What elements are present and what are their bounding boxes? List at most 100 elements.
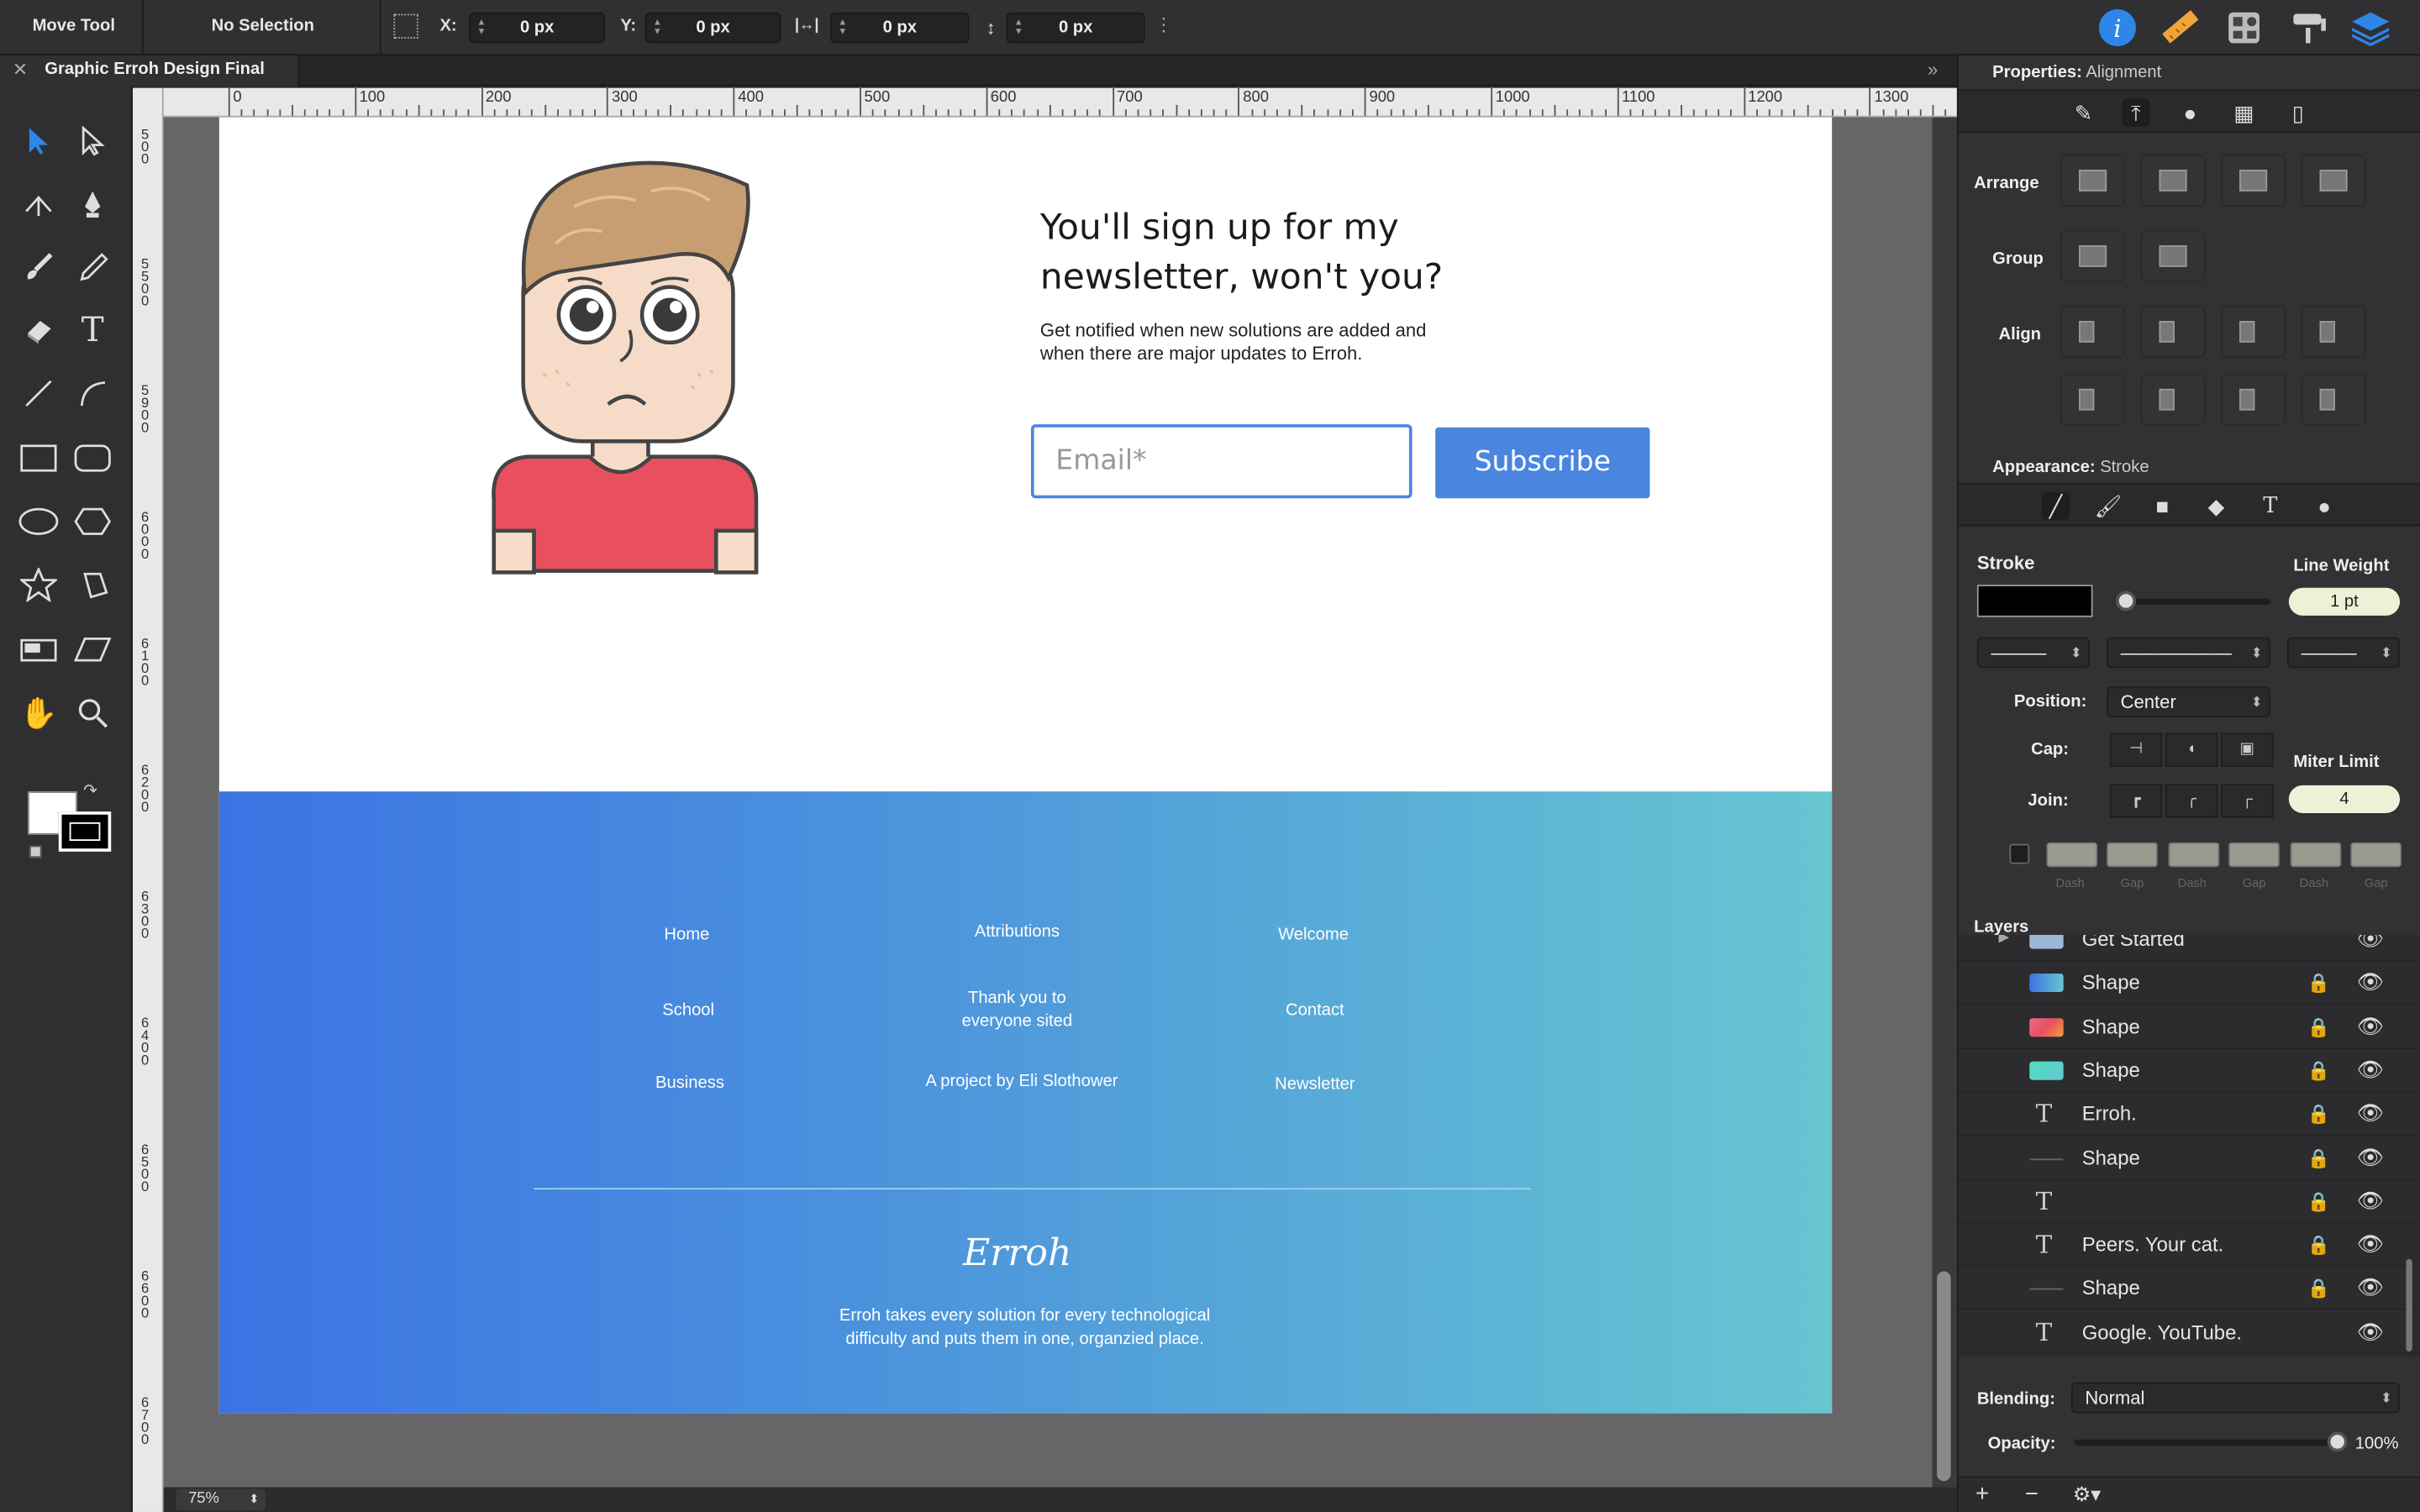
- send-backward-button[interactable]: [2221, 154, 2286, 207]
- eraser-icon[interactable]: ◆: [2202, 492, 2230, 520]
- avatar-illustration[interactable]: [481, 157, 762, 577]
- cap-round-button[interactable]: ◖: [2165, 732, 2218, 767]
- width-field[interactable]: ▲ ▼ 0 px: [830, 12, 970, 44]
- align-left-button[interactable]: [2060, 305, 2126, 359]
- polygon-tool-icon[interactable]: [70, 498, 116, 544]
- text-style-icon[interactable]: T: [2256, 492, 2284, 520]
- footer-link-attributions[interactable]: Attributions: [893, 921, 1140, 945]
- miter-limit-field[interactable]: 4: [2288, 785, 2401, 813]
- expand-icon[interactable]: »: [1928, 59, 1938, 81]
- align-right-button[interactable]: [2301, 305, 2366, 359]
- footer-link-welcome[interactable]: Welcome: [1190, 924, 1437, 948]
- position-select[interactable]: Center: [2107, 686, 2270, 718]
- footer-link-school[interactable]: School: [565, 1000, 812, 1023]
- brush-icon[interactable]: 🖌: [2094, 492, 2123, 520]
- group-button[interactable]: [2060, 229, 2126, 283]
- bring-forward-button[interactable]: [2140, 154, 2206, 207]
- rectangle-tool-icon[interactable]: [15, 435, 61, 481]
- direct-select-tool-icon[interactable]: [70, 118, 116, 164]
- document-tab-icon[interactable]: ▯: [2284, 99, 2312, 127]
- grid-tab-icon[interactable]: ▦: [2230, 99, 2258, 127]
- dash-field[interactable]: [2046, 842, 2098, 868]
- vertical-scrollbar[interactable]: [1932, 117, 1957, 1488]
- visibility-eye-icon[interactable]: 👁: [2357, 969, 2385, 995]
- layer-row[interactable]: T 🔒 👁: [1958, 1180, 2420, 1224]
- lock-icon[interactable]: 🔒: [2307, 1191, 2330, 1213]
- ruler-icon[interactable]: [2158, 6, 2201, 49]
- alignment-tab-icon[interactable]: ⤒: [2122, 98, 2150, 127]
- gap-field[interactable]: [2107, 842, 2158, 868]
- footer-link-thanks[interactable]: Thank you to everyone sited: [893, 987, 1140, 1033]
- lock-icon[interactable]: 🔒: [2307, 973, 2330, 995]
- effects-tab-icon[interactable]: ●: [2176, 99, 2204, 127]
- layer-row[interactable]: T Peers. Your cat. 🔒 👁: [1958, 1224, 2420, 1268]
- lock-icon[interactable]: 🔒: [2307, 1147, 2330, 1169]
- layer-row[interactable]: ▶ Get Started 👁: [1958, 935, 2420, 962]
- visibility-eye-icon[interactable]: 👁: [2357, 1144, 2385, 1170]
- visibility-eye-icon[interactable]: 👁: [2357, 1319, 2385, 1345]
- dash-field[interactable]: [2168, 842, 2220, 868]
- remove-layer-icon[interactable]: −: [2025, 1481, 2039, 1507]
- footer-link-contact[interactable]: Contact: [1192, 1000, 1439, 1023]
- eraser-tool-icon[interactable]: [15, 307, 61, 354]
- send-to-back-button[interactable]: [2301, 154, 2366, 207]
- layer-row[interactable]: Shape 🔒 👁: [1958, 1049, 2420, 1093]
- blending-select[interactable]: Normal: [2070, 1382, 2401, 1414]
- default-colors-icon[interactable]: [29, 845, 42, 858]
- visibility-eye-icon[interactable]: 👁: [2357, 1100, 2385, 1126]
- document-tab[interactable]: ✕ Graphic Erroh Design Final: [0, 55, 300, 87]
- line-tool-icon[interactable]: [15, 370, 61, 417]
- visibility-eye-icon[interactable]: 👁: [2357, 1013, 2385, 1039]
- start-arrow-select[interactable]: ———: [1976, 637, 2090, 669]
- footer-link-business[interactable]: Business: [566, 1073, 813, 1096]
- distribute-vertical-button[interactable]: [2301, 373, 2366, 426]
- align-top-button[interactable]: [2140, 305, 2206, 359]
- email-field[interactable]: Email*: [1030, 424, 1413, 499]
- reference-point-icon[interactable]: [393, 13, 418, 39]
- footer-link-home[interactable]: Home: [563, 924, 810, 948]
- join-miter-button[interactable]: ┏: [2109, 784, 2163, 818]
- line-weight-field[interactable]: 1 pt: [2288, 587, 2401, 616]
- cap-square-button[interactable]: ▣: [2221, 732, 2274, 767]
- rounded-rectangle-tool-icon[interactable]: [70, 435, 116, 481]
- stroke-color-swatch[interactable]: [1976, 585, 2093, 617]
- gap-field[interactable]: [2228, 842, 2280, 868]
- star-tool-icon[interactable]: [15, 562, 61, 608]
- join-bevel-button[interactable]: ┌: [2221, 784, 2274, 818]
- subscribe-button[interactable]: Subscribe: [1435, 427, 1650, 499]
- lock-icon[interactable]: 🔒: [2307, 1235, 2330, 1257]
- align-center-button[interactable]: [2221, 305, 2286, 359]
- x-field[interactable]: ▲ ▼ 0 px: [469, 12, 605, 44]
- lock-icon[interactable]: 🔒: [2307, 1060, 2330, 1082]
- dash-checkbox[interactable]: [2009, 843, 2030, 864]
- scrollbar-thumb[interactable]: [1937, 1271, 1951, 1482]
- align-middle-button[interactable]: [2060, 373, 2126, 426]
- layer-row[interactable]: T Google. YouTube. 👁: [1958, 1311, 2420, 1355]
- lock-icon[interactable]: 🔒: [2307, 1016, 2330, 1038]
- select-tool-icon[interactable]: [15, 118, 61, 164]
- lock-icon[interactable]: 🔒: [2307, 1104, 2330, 1126]
- layer-row[interactable]: Shape 🔒 👁: [1958, 1005, 2420, 1049]
- end-arrow-select[interactable]: ———: [2286, 637, 2401, 669]
- layer-row[interactable]: Shape 🔒 👁: [1958, 1137, 2420, 1180]
- lock-icon[interactable]: 🔒: [2307, 1278, 2330, 1300]
- ellipse-tool-icon[interactable]: [15, 498, 61, 544]
- pen-tool-icon[interactable]: [70, 181, 116, 227]
- fill-icon[interactable]: ■: [2149, 492, 2176, 520]
- footer-link-newsletter[interactable]: Newsletter: [1192, 1074, 1439, 1097]
- layer-row[interactable]: T Erroh. 🔒 👁: [1958, 1093, 2420, 1137]
- y-field[interactable]: ▲ ▼ 0 px: [644, 12, 781, 44]
- add-layer-icon[interactable]: +: [1975, 1481, 1989, 1507]
- disclosure-icon[interactable]: ▶: [1999, 935, 2010, 946]
- height-field[interactable]: ▲ ▼ 0 px: [1006, 12, 1145, 44]
- footer-link-project[interactable]: A project by Eli Slothower: [867, 1071, 1176, 1095]
- hand-tool-icon[interactable]: ✋: [15, 690, 61, 736]
- info-icon[interactable]: i: [2096, 6, 2139, 49]
- shadow-icon[interactable]: ●: [2311, 492, 2338, 520]
- brush-tool-icon[interactable]: [15, 244, 61, 290]
- transform-tool-icon[interactable]: [70, 627, 116, 673]
- line-weight-slider[interactable]: [2116, 591, 2270, 612]
- layers-icon[interactable]: [2349, 6, 2391, 49]
- text-tool-icon[interactable]: T: [70, 307, 116, 354]
- distribute-horizontal-button[interactable]: [2221, 373, 2286, 426]
